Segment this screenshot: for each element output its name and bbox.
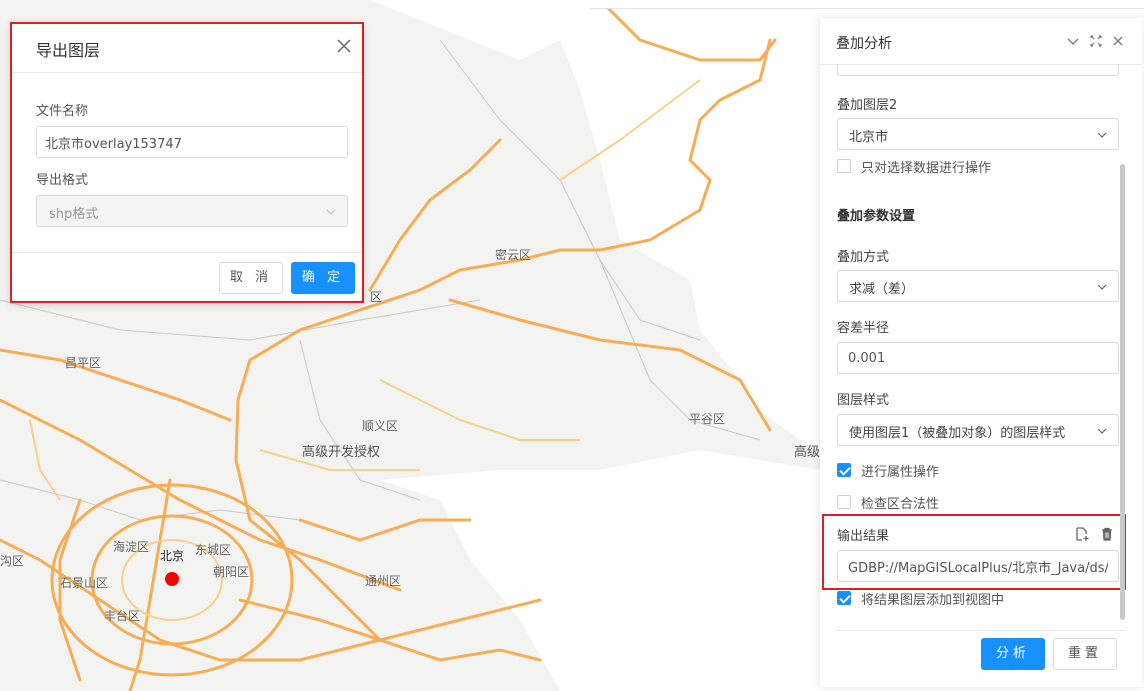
tolerance-label: 容差半径 — [837, 321, 890, 336]
panel-header: 叠加分析 — [820, 18, 1142, 65]
panel-scrollbar[interactable] — [1120, 164, 1125, 620]
reset-button[interactable]: 重置 — [1053, 638, 1117, 670]
params-section-title: 叠加参数设置 — [837, 209, 916, 224]
attr-op-label: 进行属性操作 — [861, 464, 940, 480]
dialog-header: 导出图层 — [12, 24, 362, 73]
selected-only-label: 只对选择数据进行操作 — [861, 160, 992, 176]
trash-icon[interactable] — [1099, 526, 1115, 542]
map-label-chaoyang: 朝阳区 — [213, 565, 250, 579]
output-path-input[interactable] — [837, 550, 1119, 582]
filename-input[interactable] — [36, 126, 348, 158]
top-toolbar-strip — [590, 0, 1144, 9]
chevron-down-icon — [1097, 132, 1107, 138]
map-label-shijingshan: 石景山区 — [60, 576, 109, 590]
layer2-label: 叠加图层2 — [837, 98, 898, 113]
map-label-miyun: 密云区 — [495, 248, 532, 262]
chevron-down-icon — [1096, 425, 1108, 437]
map-label-beijing: 北京 — [160, 549, 185, 563]
map-label-huairou: 区 — [370, 290, 383, 304]
location-marker[interactable] — [165, 572, 179, 586]
layer1-select-partial[interactable] — [837, 64, 1119, 76]
format-select-value: shp格式 — [49, 207, 99, 222]
map-label-changping: 昌平区 — [65, 356, 102, 370]
style-select-value: 使用图层1（被叠加对象）的图层样式 — [849, 426, 1066, 441]
close-icon[interactable] — [1111, 34, 1125, 48]
selected-only-checkbox[interactable] — [837, 159, 851, 173]
add-to-view-checkbox[interactable] — [837, 591, 851, 605]
map-watermark: 高级开发授权 — [302, 445, 381, 460]
export-layer-dialog: 导出图层 文件名称 导出格式 shp格式 取 消 确 定 — [10, 22, 364, 303]
map-label-haidian: 海淀区 — [113, 540, 150, 554]
map-label-mentougou: 沟区 — [0, 554, 25, 568]
attr-op-checkbox-row[interactable]: 进行属性操作 — [837, 461, 940, 480]
overlay-analysis-panel: 叠加分析 叠加图层2 北京市 只对选择数据进行操作 叠加参数设置 叠加方式 求减… — [820, 18, 1142, 687]
method-select-value: 求减（差） — [849, 282, 915, 297]
check-valid-checkbox[interactable] — [837, 495, 851, 509]
attr-op-checkbox[interactable] — [837, 463, 851, 477]
confirm-button[interactable]: 确 定 — [291, 262, 355, 294]
tolerance-input[interactable] — [837, 342, 1119, 374]
style-label: 图层样式 — [837, 393, 890, 408]
layer2-select-value: 北京市 — [849, 130, 889, 145]
chevron-down-icon — [1097, 284, 1107, 290]
format-select[interactable]: shp格式 — [36, 195, 348, 227]
map-label-pinggu: 平谷区 — [689, 412, 726, 426]
analyze-button[interactable]: 分析 — [981, 638, 1045, 670]
close-icon[interactable] — [334, 36, 354, 56]
dialog-footer-divider — [12, 252, 362, 253]
output-label: 输出结果 — [837, 529, 890, 544]
map-label-fengtai: 丰台区 — [104, 609, 141, 623]
dialog-title: 导出图层 — [36, 41, 101, 60]
add-to-view-checkbox-row[interactable]: 将结果图层添加到视图中 — [837, 589, 1005, 608]
panel-title: 叠加分析 — [836, 36, 892, 52]
style-select[interactable]: 使用图层1（被叠加对象）的图层样式 — [837, 414, 1119, 446]
cancel-button[interactable]: 取 消 — [219, 262, 283, 294]
map-watermark-partial: 高级 — [794, 445, 821, 460]
panel-footer-divider — [836, 630, 1126, 631]
chevron-down-icon — [326, 209, 336, 215]
collapse-icon[interactable] — [1066, 34, 1080, 48]
check-valid-label: 检查区合法性 — [861, 496, 940, 512]
map-label-dongcheng: 东城区 — [195, 543, 232, 557]
layer2-select[interactable]: 北京市 — [837, 118, 1119, 150]
add-to-view-label: 将结果图层添加到视图中 — [861, 592, 1005, 608]
expand-icon[interactable] — [1089, 34, 1103, 48]
method-select[interactable]: 求减（差） — [837, 270, 1119, 302]
filename-label: 文件名称 — [36, 104, 89, 119]
method-label: 叠加方式 — [837, 250, 890, 265]
format-label: 导出格式 — [36, 173, 89, 188]
map-label-tongzhou: 通州区 — [365, 574, 402, 588]
check-valid-checkbox-row[interactable]: 检查区合法性 — [837, 493, 940, 512]
new-file-icon[interactable] — [1074, 526, 1090, 542]
map-label-shunyi: 顺义区 — [362, 419, 399, 433]
selected-only-checkbox-row[interactable]: 只对选择数据进行操作 — [837, 157, 992, 176]
